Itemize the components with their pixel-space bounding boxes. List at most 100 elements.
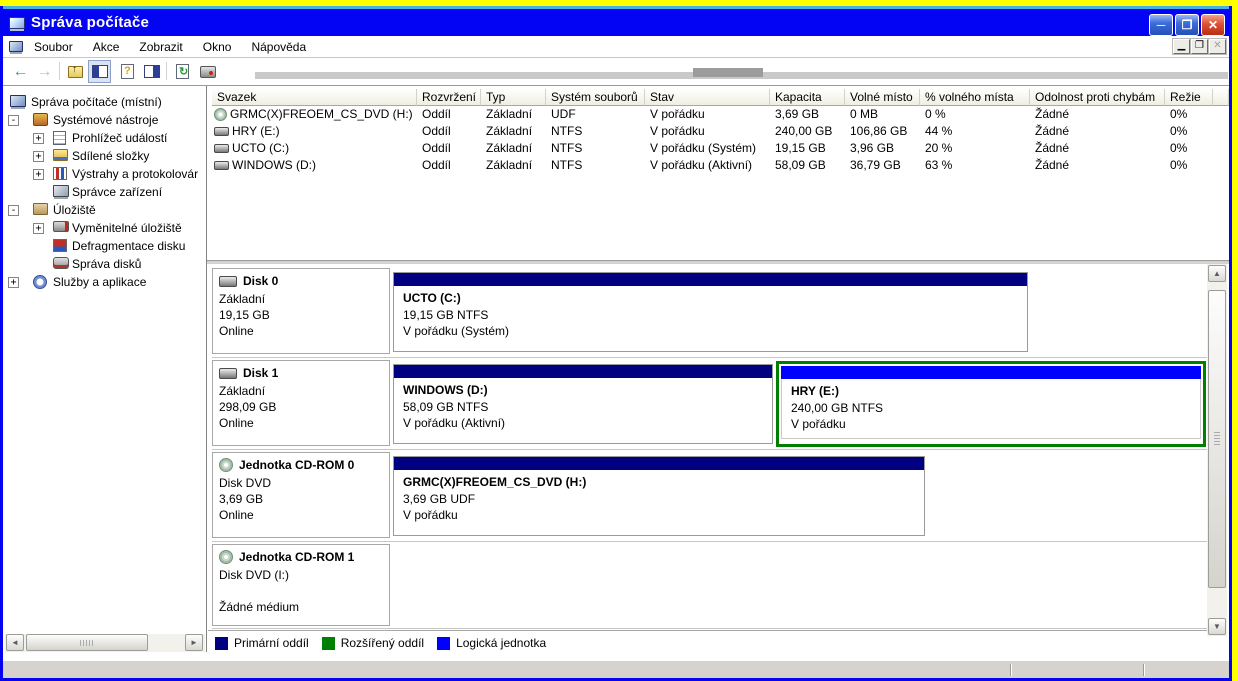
table-cell-filler xyxy=(1213,106,1229,123)
cdrom1-label-cell[interactable]: Jednotka CD-ROM 1 Disk DVD (I:) Žádné mé… xyxy=(212,544,390,626)
close-button[interactable]: ✕ xyxy=(1201,14,1225,36)
menu-okno[interactable]: Okno xyxy=(194,38,241,56)
tree-item-services-applications[interactable]: + Služby a aplikace xyxy=(3,274,206,292)
hdd-volume-icon xyxy=(214,144,229,153)
table-row-volume-name[interactable]: HRY (E:) xyxy=(212,123,417,140)
table-cell-filler xyxy=(1213,157,1229,174)
table-cell: V pořádku xyxy=(645,123,770,140)
column-header-kapacita[interactable]: Kapacita xyxy=(770,89,845,106)
column-header-rezie[interactable]: Režie xyxy=(1165,89,1213,106)
refresh-icon: ↻ xyxy=(176,64,189,79)
column-header-stav[interactable]: Stav xyxy=(645,89,770,106)
menu-napoveda[interactable]: Nápověda xyxy=(242,38,315,56)
partition-grmc-h[interactable]: GRMC(X)FREOEM_CS_DVD (H:) 3,69 GB UDF V … xyxy=(393,456,925,536)
table-row-volume-name[interactable]: GRMC(X)FREOEM_CS_DVD (H:) xyxy=(212,106,417,123)
row-divider xyxy=(212,449,1208,450)
expand-toggle[interactable]: + xyxy=(33,133,44,144)
back-button[interactable]: ← xyxy=(9,60,32,83)
computer-management-window: Správa počítače ─ ❐ ✕ Soubor Akce Zobraz… xyxy=(0,6,1232,681)
column-header-volne-misto[interactable]: Volné místo xyxy=(845,89,920,106)
table-cell: V pořádku (Aktivní) xyxy=(645,157,770,174)
computer-icon xyxy=(10,95,26,107)
scroll-down-button[interactable]: ▼ xyxy=(1208,618,1226,635)
cd-drive-icon xyxy=(219,550,233,564)
forward-button[interactable]: → xyxy=(33,60,56,83)
collapse-toggle[interactable]: - xyxy=(8,205,19,216)
table-row-volume-name[interactable]: WINDOWS (D:) xyxy=(212,157,417,174)
row-divider xyxy=(212,357,1208,358)
tree-item-system-tools[interactable]: - Systémové nástroje xyxy=(3,112,206,130)
extended-partition-hry-e[interactable]: HRY (E:) 240,00 GB NTFS V pořádku xyxy=(776,361,1206,447)
expand-toggle[interactable]: + xyxy=(33,169,44,180)
legend-label: Rozšířený oddíl xyxy=(341,636,424,650)
disk1-label-cell[interactable]: Disk 1 Základní 298,09 GB Online xyxy=(212,360,390,446)
disk-graphical-pane: Disk 0 Základní 19,15 GB Online UCTO (C:… xyxy=(208,264,1229,652)
disk-pane-vertical-scrollbar[interactable]: ▲ ▼ xyxy=(1207,264,1227,636)
column-header-typ[interactable]: Typ xyxy=(481,89,546,106)
disk-management-icon xyxy=(53,257,69,269)
menu-soubor[interactable]: Soubor xyxy=(25,38,82,56)
mdi-minimize-button[interactable]: ▁ xyxy=(1173,39,1190,54)
minimize-button[interactable]: ─ xyxy=(1149,14,1173,36)
show-console-tree-button[interactable] xyxy=(88,60,111,83)
up-one-level-button[interactable] xyxy=(64,60,87,83)
tree-item-label: Služby a aplikace xyxy=(53,275,146,289)
table-cell: Žádné xyxy=(1030,106,1165,123)
table-cell-filler xyxy=(1213,140,1229,157)
table-cell: 36,79 GB xyxy=(845,157,920,174)
hard-disk-icon xyxy=(219,368,237,379)
table-cell: NTFS xyxy=(546,123,645,140)
expand-toggle[interactable]: + xyxy=(33,223,44,234)
column-header-odolnost[interactable]: Odolnost proti chybám xyxy=(1030,89,1165,106)
expand-toggle[interactable]: + xyxy=(8,277,19,288)
table-cell: 0% xyxy=(1165,106,1213,123)
tree-item-device-manager[interactable]: Správce zařízení xyxy=(3,184,206,202)
tree-item-event-viewer[interactable]: + Prohlížeč událostí xyxy=(3,130,206,148)
primary-partition-swatch xyxy=(215,637,228,650)
tree-item-computer-management[interactable]: Správa počítače (místní) xyxy=(3,94,206,112)
help-document-icon: ? xyxy=(121,64,134,79)
table-cell: Oddíl xyxy=(417,157,481,174)
disk-management-toolbar-button[interactable] xyxy=(196,60,219,83)
tree-item-disk-management[interactable]: Správa disků xyxy=(3,256,206,274)
partition-windows-d[interactable]: WINDOWS (D:) 58,09 GB NTFS V pořádku (Ak… xyxy=(393,364,773,444)
table-cell: UDF xyxy=(546,106,645,123)
table-row-volume-name[interactable]: UCTO (C:) xyxy=(212,140,417,157)
title-bar[interactable]: Správa počítače ─ ❐ ✕ xyxy=(3,6,1229,36)
bottom-gap xyxy=(3,652,1229,660)
column-header-pct-volneho-mista[interactable]: % volného místa xyxy=(920,89,1030,106)
tree-item-label: Správce zařízení xyxy=(72,185,162,199)
tree-item-performance-logs[interactable]: + Výstrahy a protokolovár xyxy=(3,166,206,184)
expand-toggle[interactable]: + xyxy=(33,151,44,162)
column-header-system-souboru[interactable]: Systém souborů xyxy=(546,89,645,106)
table-cell: 0 MB xyxy=(845,106,920,123)
table-cell: Základní xyxy=(481,140,546,157)
menu-zobrazit[interactable]: Zobrazit xyxy=(130,38,191,56)
scroll-up-button[interactable]: ▲ xyxy=(1208,265,1226,282)
scroll-left-button[interactable]: ◄ xyxy=(6,634,24,651)
mdi-restore-button[interactable]: ❐ xyxy=(1191,39,1208,54)
tree-item-label: Výstrahy a protokolovár xyxy=(72,167,198,181)
restore-button[interactable]: ❐ xyxy=(1175,14,1199,36)
tree-item-storage[interactable]: - Úložiště xyxy=(3,202,206,220)
scroll-right-button[interactable]: ► xyxy=(185,634,203,651)
tree-item-disk-defragmenter[interactable]: Defragmentace disku xyxy=(3,238,206,256)
help-document-button[interactable]: ? xyxy=(116,60,139,83)
row-divider xyxy=(212,628,1208,629)
tree-item-shared-folders[interactable]: + Sdílené složky xyxy=(3,148,206,166)
tree-item-removable-storage[interactable]: + Vyměnitelné úložiště xyxy=(3,220,206,238)
cdrom0-label-cell[interactable]: Jednotka CD-ROM 0 Disk DVD 3,69 GB Onlin… xyxy=(212,452,390,538)
disk0-label-cell[interactable]: Disk 0 Základní 19,15 GB Online xyxy=(212,268,390,354)
partition-ucto-c[interactable]: UCTO (C:) 19,15 GB NTFS V pořádku (Systé… xyxy=(393,272,1028,352)
collapse-toggle[interactable]: - xyxy=(8,115,19,126)
refresh-button[interactable]: ↻ xyxy=(171,60,194,83)
column-header-rozvrzeni[interactable]: Rozvržení xyxy=(417,89,481,106)
column-header-svazek[interactable]: Svazek xyxy=(212,89,417,106)
show-action-pane-button[interactable] xyxy=(140,60,163,83)
tree-scrollbar-thumb[interactable] xyxy=(26,634,148,651)
menu-akce[interactable]: Akce xyxy=(84,38,129,56)
statusbar-separator xyxy=(1010,664,1011,676)
table-cell: 44 % xyxy=(920,123,1030,140)
scrollbar-thumb[interactable] xyxy=(1208,290,1226,588)
mdi-child-icon xyxy=(9,41,23,52)
